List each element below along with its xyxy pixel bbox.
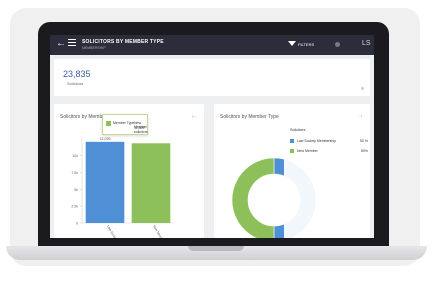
legend-item-percent: 50% — [360, 149, 368, 153]
legend-item-name: Law Society Membership — [297, 139, 337, 143]
bar-1[interactable] — [85, 141, 125, 223]
kpi-corner-icon — [361, 87, 364, 90]
filter-icon[interactable] — [288, 41, 296, 46]
user-initials[interactable]: LS — [362, 40, 371, 47]
y-tick-label: 10k — [72, 154, 78, 158]
x-category-label: Law Society Membership — [106, 225, 127, 239]
y-tick-label: 2.5k — [71, 205, 78, 209]
top-app-bar: ← SOLICITORS BY MEMBER TYPE MEMBERSHIP F… — [50, 35, 374, 55]
laptop-notch — [188, 246, 244, 251]
page-subtitle: MEMBERSHIP — [82, 46, 106, 50]
back-arrow-icon[interactable]: ← — [56, 38, 66, 50]
legend-swatch — [290, 139, 294, 143]
tooltip-swatch — [106, 121, 111, 126]
x-category-label: New Member — [152, 225, 165, 239]
chart-tooltip: Member Type New Member 11,809 solicitors — [102, 114, 148, 135]
app-screen: ← SOLICITORS BY MEMBER TYPE MEMBERSHIP F… — [50, 35, 374, 238]
donut-slice-2[interactable] — [231, 157, 275, 238]
bar-2[interactable] — [131, 143, 171, 223]
y-tick-label: 7.5k — [71, 171, 78, 175]
legend-swatch — [290, 149, 294, 153]
menu-icon[interactable] — [68, 39, 76, 40]
kpi-card: 23,835 Solicitors — [54, 59, 370, 96]
kpi-label: Solicitors — [67, 81, 84, 86]
legend-popup: Solicitors Law Society Membership 50 % N… — [284, 124, 370, 238]
filters-button[interactable]: FILTERS — [298, 42, 314, 47]
legend-item[interactable]: Law Society Membership 50 % — [290, 139, 368, 145]
laptop-base — [6, 246, 427, 260]
legend-item-name: New Member — [297, 149, 318, 153]
more-icon[interactable] — [335, 42, 340, 47]
bar-value-label: 12,026 — [100, 137, 111, 141]
kpi-value: 23,835 — [63, 69, 91, 79]
y-tick-label: 0 — [76, 222, 78, 226]
legend-item[interactable]: New Member 50% — [290, 149, 368, 155]
y-tick-label: 5k — [74, 188, 78, 192]
tooltip-category-label: Member Type — [113, 121, 135, 125]
legend-header: Solicitors — [290, 128, 306, 132]
legend-item-percent: 50 % — [360, 139, 368, 143]
tooltip-value-label: solicitors — [134, 130, 148, 134]
page-title: SOLICITORS BY MEMBER TYPE — [82, 39, 164, 45]
